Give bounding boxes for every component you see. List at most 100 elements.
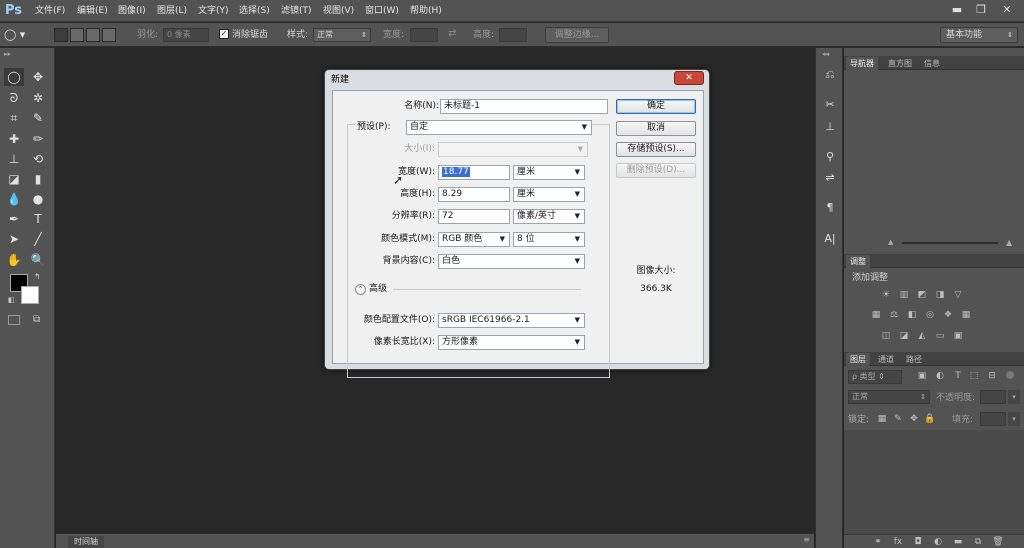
history-brush-icon[interactable]: ⟲ <box>28 150 48 168</box>
width-unit-select[interactable]: 厘米 ▼ <box>513 165 585 180</box>
menu-window[interactable]: 窗口(W) <box>365 4 399 18</box>
magic-wand-icon[interactable]: ✲ <box>28 89 48 107</box>
tab-info[interactable]: 信息 <box>920 57 944 70</box>
menu-file[interactable]: 文件(F) <box>35 4 65 18</box>
blur-tool-icon[interactable]: 💧 <box>4 190 24 208</box>
background-select[interactable]: 白色 ▼ <box>438 254 585 269</box>
tab-histogram[interactable]: 直方图 <box>884 57 916 70</box>
zoom-slider[interactable]: ▲ ▲ <box>888 239 1018 247</box>
lasso-tool-icon[interactable]: ᘐ <box>4 89 24 107</box>
opacity-input[interactable] <box>980 390 1006 404</box>
gradient-map-icon[interactable]: ▭ <box>934 331 946 341</box>
dialog-close-button[interactable]: ✕ <box>674 71 704 85</box>
height-input[interactable]: 8.29 <box>438 187 510 202</box>
resolution-input[interactable]: 72 <box>438 209 510 224</box>
color-mode-select[interactable]: RGB 颜色 ▼ <box>438 232 510 247</box>
layer-kind-select[interactable]: ρ 类型 ⇕ <box>848 370 902 384</box>
actions-icon[interactable]: ⊥ <box>820 118 840 136</box>
fill-dropdown-icon[interactable]: ▾ <box>1008 412 1020 426</box>
tools-preset-icon[interactable]: ✂ <box>820 96 840 114</box>
pixel-aspect-select[interactable]: 方形像素 ▼ <box>438 335 585 350</box>
menu-view[interactable]: 视图(V) <box>323 4 354 18</box>
name-input[interactable]: 未标题-1 <box>440 99 608 114</box>
new-fill-layer-icon[interactable]: ◐ <box>932 537 944 547</box>
default-colors-icon[interactable]: ◧ <box>8 296 15 304</box>
blend-mode-select[interactable]: 正常 ⇕ <box>848 390 930 404</box>
tab-channels[interactable]: 通道 <box>874 353 898 366</box>
paragraph-icon[interactable]: ¶ <box>820 199 840 217</box>
ellipse-marquee-icon[interactable]: ◯ ▾ <box>4 28 40 42</box>
link-layers-icon[interactable]: ⚭ <box>872 537 884 547</box>
delete-preset-button[interactable]: 删除预设(D)... <box>616 163 696 178</box>
width-input[interactable] <box>410 28 438 42</box>
layer-style-icon[interactable]: fx <box>892 537 904 547</box>
swap-icon[interactable]: ⇄ <box>448 27 462 41</box>
threshold-icon[interactable]: ◭ <box>916 331 928 341</box>
ok-button[interactable]: 确定 <box>616 99 696 114</box>
new-selection-icon[interactable] <box>54 28 68 42</box>
lock-position-icon[interactable]: ✥ <box>908 414 920 424</box>
dodge-tool-icon[interactable]: ● <box>28 190 48 208</box>
add-mask-icon[interactable]: ◘ <box>912 537 924 547</box>
restore-button[interactable]: ❐ <box>970 2 992 18</box>
zoom-tool-icon[interactable]: 🔍 <box>28 251 48 269</box>
collapse-icon[interactable]: ▸▸ <box>4 50 11 58</box>
advanced-label[interactable]: 高级 <box>369 282 393 296</box>
quick-mask-icon[interactable] <box>8 315 20 325</box>
menu-edit[interactable]: 编辑(E) <box>77 4 108 18</box>
filter-type-icon[interactable]: T <box>952 371 964 381</box>
menu-image[interactable]: 图像(I) <box>118 4 146 18</box>
clone-stamp-icon[interactable]: ⊥ <box>4 150 24 168</box>
menu-help[interactable]: 帮助(H) <box>410 4 442 18</box>
tab-adjustments[interactable]: 调整 <box>846 255 870 268</box>
hue-saturation-icon[interactable]: ▦ <box>870 310 882 320</box>
refine-edge-button[interactable]: 调整边缘... <box>545 27 609 43</box>
width-input[interactable]: 18.77 <box>438 165 510 180</box>
brush-presets-icon[interactable]: ⚲ <box>820 148 840 166</box>
exposure-icon[interactable]: ◨ <box>934 290 946 300</box>
color-profile-select[interactable]: sRGB IEC61966-2.1 ▼ <box>438 313 585 328</box>
swap-colors-icon[interactable]: ↰ <box>34 272 41 281</box>
opacity-dropdown-icon[interactable]: ▾ <box>1008 390 1020 404</box>
fill-input[interactable] <box>980 412 1006 426</box>
lock-all-icon[interactable]: 🔒 <box>924 414 936 424</box>
workspace-select[interactable]: 基本功能 ⇕ <box>940 27 1018 43</box>
bit-depth-select[interactable]: 8 位 ▼ <box>513 232 585 247</box>
lock-transparent-icon[interactable]: ▦ <box>876 414 888 424</box>
tab-paths[interactable]: 路径 <box>902 353 926 366</box>
filter-pixel-icon[interactable]: ▣ <box>916 371 928 381</box>
ellipse-marquee-tool-icon[interactable]: ◯ <box>4 68 24 86</box>
expand-icon[interactable]: ◂◂ <box>822 50 829 58</box>
invert-icon[interactable]: ◫ <box>880 331 892 341</box>
height-input[interactable] <box>499 28 527 42</box>
move-tool-icon[interactable]: ✥ <box>28 68 48 86</box>
intersect-selection-icon[interactable] <box>102 28 116 42</box>
crop-tool-icon[interactable]: ⌗ <box>4 109 24 127</box>
eraser-icon[interactable]: ◪ <box>4 170 24 188</box>
minimize-button[interactable]: ▬ <box>946 2 968 18</box>
filter-adjustment-icon[interactable]: ◐ <box>934 371 946 381</box>
style-select[interactable]: 正常 ⇕ <box>313 28 371 42</box>
screen-mode-icon[interactable]: ⧉ <box>33 314 45 326</box>
menu-filter[interactable]: 滤镜(T) <box>281 4 312 18</box>
gradient-icon[interactable]: ▮ <box>28 170 48 188</box>
levels-icon[interactable]: ▥ <box>898 290 910 300</box>
type-tool-icon[interactable]: T <box>28 210 48 228</box>
color-balance-icon[interactable]: ⚖ <box>888 310 900 320</box>
black-white-icon[interactable]: ◧ <box>906 310 918 320</box>
vibrance-icon[interactable]: ▽ <box>952 290 964 300</box>
healing-brush-icon[interactable]: ✚ <box>4 130 24 148</box>
path-select-icon[interactable]: ➤ <box>4 230 24 248</box>
antialias-checkbox[interactable]: ✓ <box>219 29 229 39</box>
filter-toggle-icon[interactable] <box>1006 371 1014 379</box>
filter-shape-icon[interactable]: ⬚ <box>968 371 980 381</box>
tab-layers[interactable]: 图层 <box>846 353 870 366</box>
background-color-swatch[interactable] <box>21 286 39 304</box>
photo-filter-icon[interactable]: ◎ <box>924 310 936 320</box>
close-button[interactable]: ✕ <box>996 2 1018 18</box>
color-lookup-icon[interactable]: ▦ <box>960 310 972 320</box>
subtract-selection-icon[interactable] <box>86 28 100 42</box>
brush-tool-icon[interactable]: ✏ <box>28 130 48 148</box>
hand-tool-icon[interactable]: ✋ <box>4 251 24 269</box>
new-layer-icon[interactable]: ⧉ <box>972 537 984 547</box>
